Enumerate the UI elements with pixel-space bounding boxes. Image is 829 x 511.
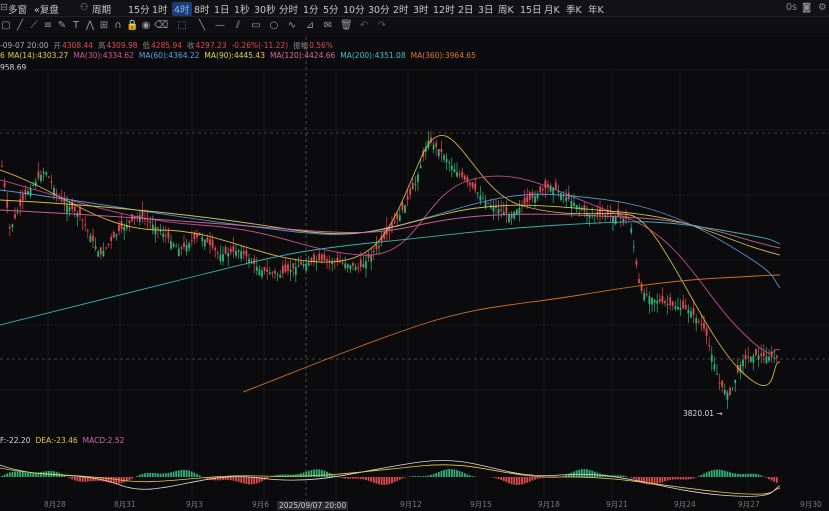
low-price-label: 3820.01 → bbox=[683, 409, 723, 418]
x-tick: 9月21 bbox=[606, 500, 628, 509]
x-tick: 9月12 bbox=[400, 500, 422, 509]
moving-averages bbox=[0, 134, 781, 393]
x-tick: 8月28 bbox=[44, 500, 66, 509]
x-tick: 9月3 bbox=[186, 500, 204, 509]
crosshair-time: 2025/09/07 20:00 bbox=[277, 501, 349, 510]
dif-value: F:-22.20 bbox=[0, 436, 31, 445]
candles bbox=[1, 130, 778, 409]
x-tick: 9月30 bbox=[800, 500, 822, 509]
low-price-value: 3820.01 bbox=[683, 409, 715, 418]
x-tick: 9月6 bbox=[252, 500, 270, 509]
macd-panel bbox=[0, 460, 781, 497]
x-tick: 8月31 bbox=[114, 500, 136, 509]
kline-chart[interactable] bbox=[0, 0, 829, 511]
chart-grid bbox=[0, 37, 829, 505]
macd-value: MACD:2.52 bbox=[82, 436, 125, 445]
x-tick: 9月15 bbox=[470, 500, 492, 509]
dea-value: DEA:-23.46 bbox=[35, 436, 78, 445]
macd-legend: F:-22.20 DEA:-23.46 MACD:2.52 bbox=[0, 436, 129, 445]
x-tick: 9月18 bbox=[538, 500, 560, 509]
x-tick: 9月27 bbox=[738, 500, 760, 509]
x-tick: 9月24 bbox=[674, 500, 696, 509]
